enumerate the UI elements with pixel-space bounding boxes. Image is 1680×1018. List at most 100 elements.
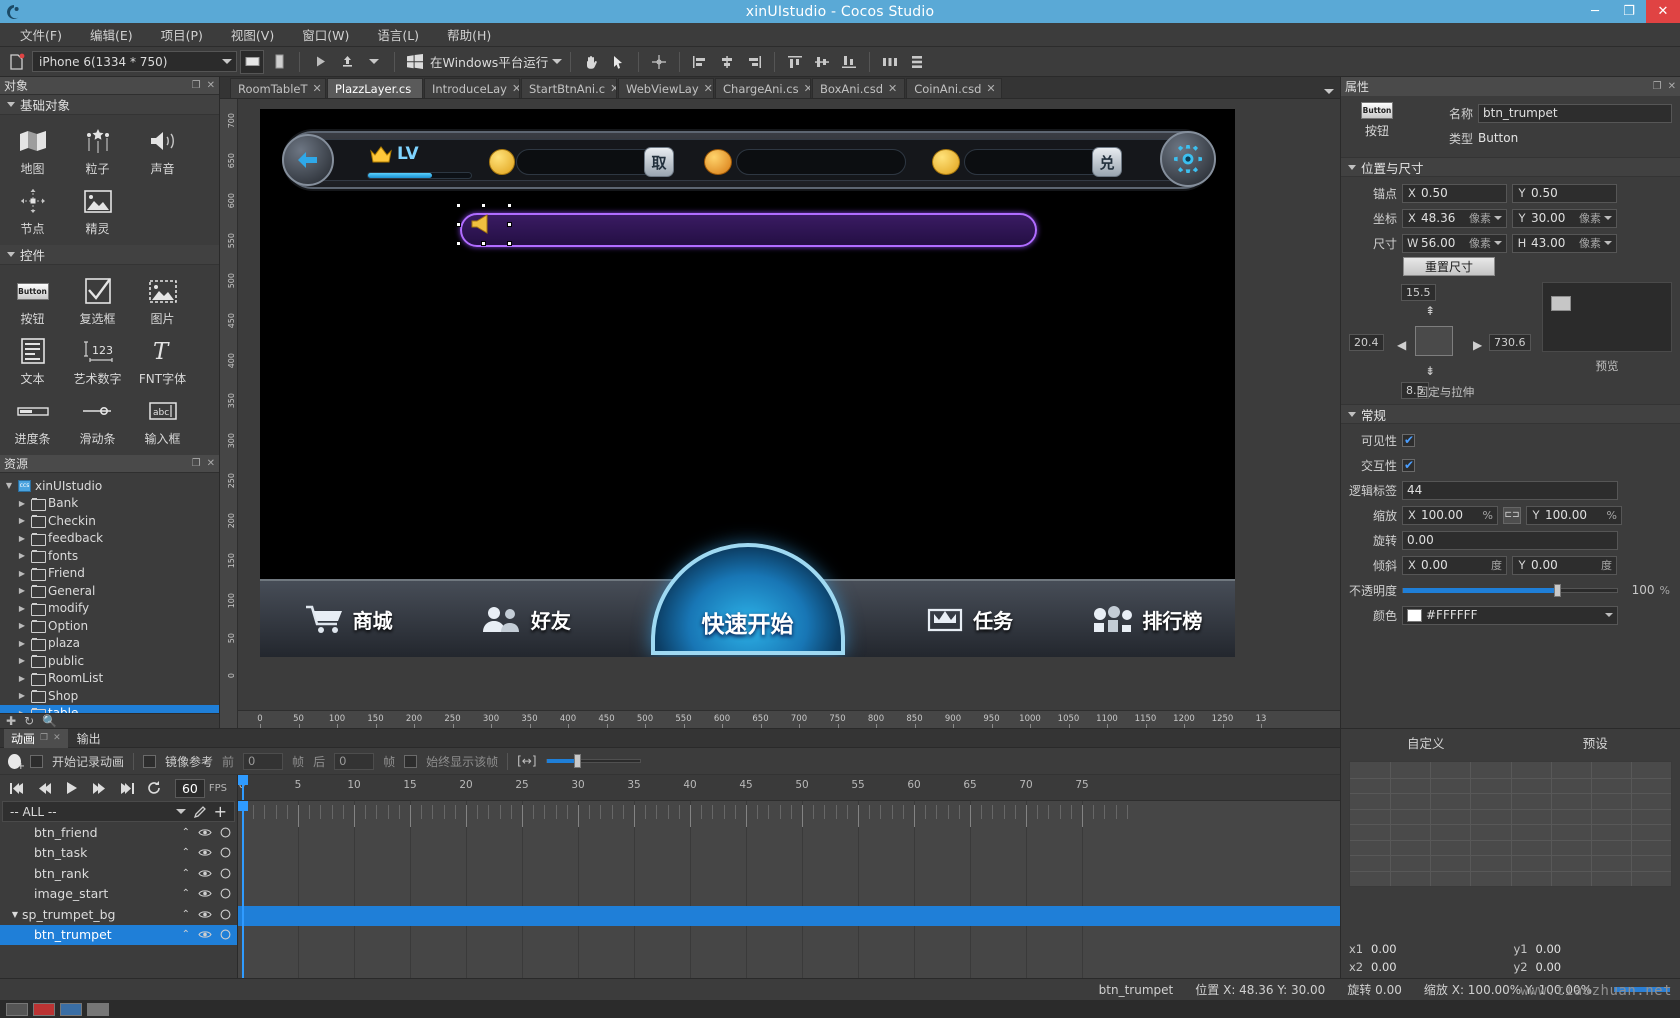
scale-link-toggle[interactable]: ⊏⊐ [1503, 507, 1521, 524]
menu-view[interactable]: 视图(V) [217, 22, 288, 47]
palette-item-slider[interactable]: 滑动条 [65, 391, 130, 451]
tree-item[interactable]: ▶public [0, 652, 219, 670]
palette-item-node[interactable]: 节点 [0, 181, 65, 241]
onion-skin-checkbox[interactable] [143, 755, 156, 768]
lock-circle-icon[interactable] [220, 847, 231, 858]
close-icon[interactable]: ✕ [1668, 81, 1676, 92]
collapse-icon[interactable]: ⌃ [182, 847, 190, 858]
maximize-button[interactable]: ❐ [1612, 0, 1646, 23]
document-tab[interactable]: WebViewLay✕ [618, 78, 714, 98]
menu-project[interactable]: 项目(P) [147, 22, 217, 47]
playhead-handle[interactable] [238, 775, 248, 785]
close-icon[interactable]: ✕ [704, 82, 713, 95]
chevron-right-icon[interactable]: ▶ [17, 569, 27, 578]
scale-y-input[interactable]: Y 100.00 % [1526, 506, 1622, 525]
color-swatch[interactable] [1407, 609, 1422, 622]
tree-item[interactable]: ▶Option [0, 617, 219, 635]
add-resource-icon[interactable]: ✚ [6, 714, 16, 728]
frame-ruler[interactable]: 051015202530354045505560657075 [238, 775, 1340, 801]
coordinate-x-unit[interactable]: 像素 [1469, 210, 1502, 226]
palette-item-textfield[interactable]: abc 输入框 [130, 391, 195, 451]
publish-button[interactable] [335, 50, 359, 74]
eye-icon[interactable] [198, 930, 212, 939]
eye-icon[interactable] [198, 828, 212, 837]
close-icon[interactable]: ✕ [313, 82, 322, 95]
coordinate-y-unit[interactable]: 像素 [1579, 210, 1612, 226]
section-position-size[interactable]: 位置与尺寸 [1341, 157, 1680, 177]
pin-top-icon[interactable]: ⇞ [1425, 304, 1435, 318]
document-tab[interactable]: RoomTableT✕ [230, 78, 326, 98]
search-resource-icon[interactable]: 🔍 [42, 714, 57, 728]
chevron-right-icon[interactable]: ▶ [17, 534, 27, 543]
stretch-left-value[interactable]: 20.4 [1349, 334, 1384, 351]
loop-button[interactable] [147, 781, 161, 795]
landscape-orientation-button[interactable] [240, 50, 264, 74]
float-icon[interactable]: ❐ [192, 458, 201, 469]
skew-x-input[interactable]: X 0.00 度 [1402, 556, 1507, 575]
distribute-vertical-button[interactable] [905, 50, 929, 74]
close-icon[interactable]: ✕ [986, 82, 995, 95]
taskbar-item-2[interactable] [33, 1003, 55, 1016]
menu-help[interactable]: 帮助(H) [433, 22, 505, 47]
close-icon[interactable]: ✕ [207, 80, 215, 91]
float-icon[interactable]: ❐ [1653, 81, 1662, 92]
menu-edit[interactable]: 编辑(E) [76, 22, 147, 47]
tree-item[interactable]: ▶General [0, 582, 219, 600]
opacity-slider[interactable] [1402, 584, 1618, 597]
palette-item-artnumber[interactable]: 123 艺术数字 [65, 331, 130, 391]
palette-item-particle[interactable]: 粒子 [65, 121, 130, 181]
tag-input[interactable]: 44 [1402, 481, 1618, 500]
always-show-frame-checkbox[interactable] [404, 755, 417, 768]
document-tab[interactable]: BoxAni.csd✕ [812, 78, 905, 98]
close-icon[interactable]: ✕ [888, 82, 897, 95]
tree-item[interactable]: ▶modify [0, 600, 219, 618]
add-layer-icon[interactable]: + [214, 802, 227, 821]
tree-item[interactable]: ▶RoomList [0, 670, 219, 688]
float-icon[interactable]: ❐ [192, 80, 201, 91]
size-h-unit[interactable]: 像素 [1579, 235, 1612, 251]
platform-run-select[interactable]: 在Windows平台运行 [430, 52, 562, 71]
close-icon[interactable]: ✕ [207, 458, 215, 469]
tree-item[interactable]: ▶feedback [0, 530, 219, 548]
arrow-left-icon[interactable]: ◀ [1397, 338, 1406, 352]
add-keyframe-icon[interactable] [8, 754, 21, 769]
chevron-right-icon[interactable]: ▶ [17, 674, 27, 683]
curve-area[interactable] [1341, 755, 1680, 938]
eye-icon[interactable] [198, 910, 212, 919]
palette-item-sound[interactable]: 声音 [130, 121, 195, 181]
tab-output[interactable]: 输出 [70, 729, 108, 748]
lock-circle-icon[interactable] [220, 827, 231, 838]
timeline-layer-row[interactable]: btn_rank⌃ [0, 863, 237, 884]
float-icon[interactable]: ❐ [40, 733, 48, 743]
arrow-right-icon[interactable]: ▶ [1473, 338, 1482, 352]
go-to-start-button[interactable] [10, 783, 25, 794]
lock-circle-icon[interactable] [220, 868, 231, 879]
palette-item-map[interactable]: 地图 [0, 121, 65, 181]
refresh-resource-icon[interactable]: ↻ [24, 714, 34, 728]
curve-grid[interactable] [1349, 761, 1672, 887]
size-w-input[interactable]: W 56.00 像素 [1402, 234, 1507, 253]
coordinate-x-input[interactable]: X 48.36 像素 [1402, 209, 1507, 228]
align-middle-button[interactable] [810, 50, 834, 74]
rotation-input[interactable]: 0.00 [1402, 531, 1618, 550]
chevron-down-icon[interactable]: ▼ [8, 910, 22, 919]
select-tool-button[interactable] [606, 50, 630, 74]
close-icon[interactable]: ✕ [804, 82, 811, 95]
selected-layer-track[interactable] [238, 906, 1340, 927]
lock-circle-icon[interactable] [220, 929, 231, 940]
close-icon[interactable]: ✕ [610, 82, 617, 95]
hud-exchange-button[interactable]: 兑 [1092, 147, 1122, 177]
tree-item[interactable]: ▶fonts [0, 547, 219, 565]
record-animation-checkbox[interactable] [30, 755, 43, 768]
chevron-right-icon[interactable]: ▶ [17, 604, 27, 613]
go-to-end-button[interactable] [119, 783, 134, 794]
menu-window[interactable]: 窗口(W) [288, 22, 363, 47]
stretch-top-value[interactable]: 15.5 [1401, 284, 1436, 301]
timeline-layer-row[interactable]: btn_trumpet⌃ [0, 925, 237, 946]
align-center-button[interactable] [715, 50, 739, 74]
chevron-right-icon[interactable]: ▶ [17, 639, 27, 648]
fit-timeline-icon[interactable]: [↔] [517, 754, 536, 768]
play-button[interactable] [66, 782, 78, 794]
step-forward-button[interactable] [91, 783, 106, 794]
game-canvas[interactable]: LV 取 兑 [260, 109, 1235, 657]
